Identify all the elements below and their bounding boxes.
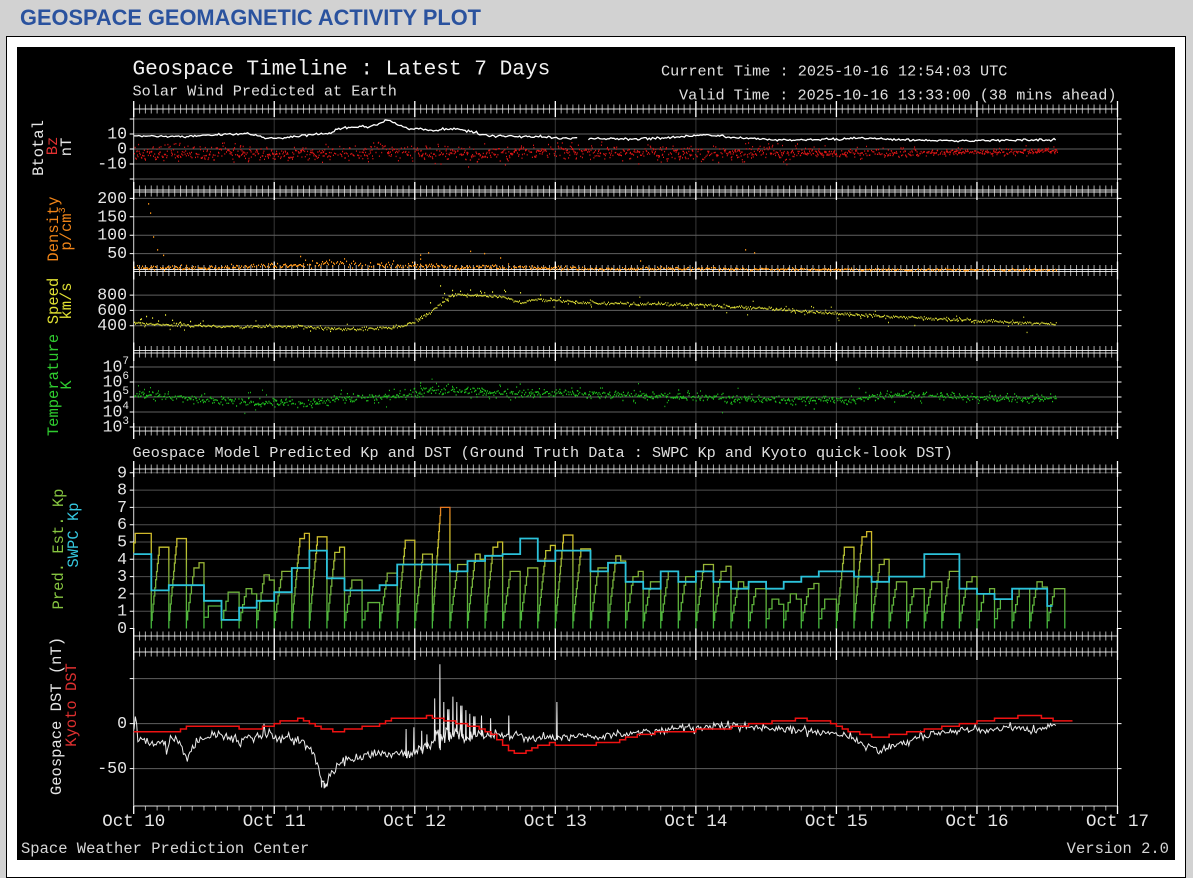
svg-text:K: K — [58, 380, 76, 390]
svg-text:50: 50 — [107, 244, 127, 263]
svg-text:Oct 10: Oct 10 — [102, 812, 165, 832]
svg-text:Oct 17: Oct 17 — [1086, 812, 1149, 832]
svg-text:p/cm3: p/cm3 — [58, 207, 77, 250]
svg-text:150: 150 — [97, 207, 127, 226]
svg-text:2: 2 — [117, 584, 127, 603]
svg-text:5: 5 — [117, 533, 127, 552]
svg-text:-10: -10 — [97, 155, 127, 174]
svg-text:3: 3 — [117, 567, 127, 586]
svg-text:Oct 13: Oct 13 — [524, 812, 587, 832]
svg-text:Oct 11: Oct 11 — [243, 812, 306, 832]
svg-text:200: 200 — [97, 189, 127, 208]
svg-text:Geospace Timeline : Latest 7 D: Geospace Timeline : Latest 7 Days — [133, 58, 551, 82]
svg-text:Oct 14: Oct 14 — [664, 812, 727, 832]
svg-text:6: 6 — [117, 515, 127, 534]
svg-text:1: 1 — [117, 602, 127, 621]
svg-text:9: 9 — [117, 463, 127, 482]
svg-text:Geospace Model Predicted Kp an: Geospace Model Predicted Kp and DST (Gro… — [133, 444, 953, 462]
svg-text:Oct 12: Oct 12 — [383, 812, 446, 832]
svg-text:Oct 15: Oct 15 — [805, 812, 868, 832]
svg-text:nT: nT — [58, 138, 76, 157]
svg-text:100: 100 — [97, 226, 127, 245]
svg-text:400: 400 — [97, 316, 127, 335]
svg-text:Valid Time : 2025-10-16 13:33:: Valid Time : 2025-10-16 13:33:00 (38 min… — [679, 87, 1116, 105]
svg-text:4: 4 — [117, 550, 127, 569]
svg-text:km/s: km/s — [58, 282, 76, 319]
svg-text:8: 8 — [117, 481, 127, 500]
svg-text:0: 0 — [117, 619, 127, 638]
svg-text:Oct 16: Oct 16 — [945, 812, 1008, 832]
svg-text:103: 103 — [103, 416, 129, 437]
svg-text:Solar Wind Predicted at Earth: Solar Wind Predicted at Earth — [133, 83, 397, 101]
svg-text:-50: -50 — [97, 759, 127, 778]
svg-text:0: 0 — [117, 714, 127, 733]
svg-text:Space Weather Prediction Cente: Space Weather Prediction Center — [21, 840, 309, 858]
svg-text:Version 2.0: Version 2.0 — [1067, 840, 1169, 858]
svg-text:Current Time : 2025-10-16 12:5: Current Time : 2025-10-16 12:54:03 UTC — [661, 63, 1007, 81]
svg-text:Kyoto DST: Kyoto DST — [63, 663, 81, 747]
svg-text:7: 7 — [117, 498, 127, 517]
svg-text:SWPC Kp: SWPC Kp — [65, 502, 83, 567]
